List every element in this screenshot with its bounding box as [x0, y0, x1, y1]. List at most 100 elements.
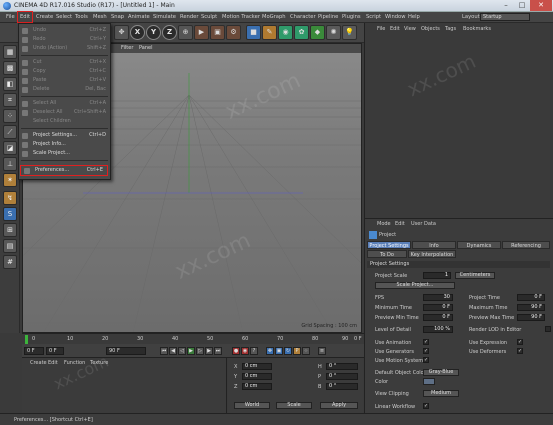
locked-workplane-icon[interactable]: ⊞ [3, 223, 17, 237]
tab-info[interactable]: Info [412, 241, 456, 249]
minimize-icon[interactable]: – [498, 0, 514, 11]
object-menu-edit[interactable]: Edit [390, 26, 400, 32]
coord-z-field[interactable]: 0 cm [242, 383, 272, 390]
use-generators-checkbox[interactable]: ✓ [423, 348, 429, 354]
previous-key-icon[interactable]: ◀ [169, 347, 177, 355]
menu-plugins[interactable]: Plugins [342, 14, 361, 20]
axis-mode-icon[interactable]: ⊥ [3, 157, 17, 171]
coord-h-field[interactable]: 0 ° [326, 363, 358, 370]
render-view-icon[interactable]: ▶ [194, 25, 209, 40]
menu-tools[interactable]: Tools [75, 14, 88, 20]
go-to-start-icon[interactable]: ⏮ [160, 347, 168, 355]
linear-workflow-checkbox[interactable]: ✓ [423, 403, 429, 409]
menu-item-scale-project[interactable]: Scale Project... [19, 149, 110, 158]
menu-script[interactable]: Script [366, 14, 381, 20]
polygons-mode-icon[interactable]: ◪ [3, 141, 17, 155]
scale-project-button[interactable]: Scale Project... [375, 282, 455, 289]
deformer-icon[interactable]: ◆ [310, 25, 325, 40]
menu-item-undo[interactable]: Undo Ctrl+Z [19, 26, 110, 35]
render-settings-icon[interactable]: ⚙ [226, 25, 241, 40]
menu-sculpt[interactable]: Sculpt [201, 14, 217, 20]
tab-key-interpolation[interactable]: Key Interpolation [408, 250, 456, 258]
close-icon[interactable]: ✕ [530, 0, 552, 11]
snap-icon[interactable]: ↯ [3, 191, 17, 205]
menu-item-preferences[interactable]: Preferences... Ctrl+E [20, 165, 108, 176]
project-scale-field[interactable]: 1 [423, 272, 451, 279]
move-tool-icon[interactable]: ✥ [114, 25, 129, 40]
cube-icon[interactable]: ■ [246, 25, 261, 40]
min-time-field[interactable]: 0 F [423, 304, 453, 311]
menu-mesh[interactable]: Mesh [93, 14, 107, 20]
autokey-icon[interactable]: ◉ [241, 347, 249, 355]
menu-item-redo[interactable]: Redo Ctrl+Y [19, 35, 110, 44]
environment-icon[interactable]: ✺ [326, 25, 341, 40]
record-icon[interactable]: ● [232, 347, 240, 355]
preview-min-field[interactable]: 0 F [423, 314, 453, 321]
fps-field[interactable]: 30 [423, 294, 453, 301]
tab-referencing[interactable]: Referencing [502, 241, 550, 249]
object-menu-bookmarks[interactable]: Bookmarks [463, 26, 491, 32]
use-expression-checkbox[interactable]: ✓ [517, 339, 523, 345]
menu-item-select-children[interactable]: Select Children [19, 117, 110, 126]
tab-dynamics[interactable]: Dynamics [457, 241, 501, 249]
color-swatch[interactable] [423, 378, 435, 385]
default-color-select[interactable]: Gray-Blue [423, 369, 459, 376]
play-icon[interactable]: ▶ [187, 347, 195, 355]
menu-item-paste[interactable]: Paste Ctrl+V [19, 76, 110, 85]
tab-project-settings[interactable]: Project Settings [367, 241, 411, 249]
keyframe-selection-icon[interactable]: ? [250, 347, 258, 355]
planar-workplane-icon[interactable]: ▤ [3, 239, 17, 253]
render-lod-checkbox[interactable] [545, 326, 551, 332]
object-menu-file[interactable]: File [377, 26, 385, 32]
point-level-icon[interactable]: ⁘ [302, 347, 310, 355]
end-frame-field[interactable]: 90 F [106, 347, 146, 355]
start-frame-field[interactable]: 0 F [24, 347, 44, 355]
max-time-field[interactable]: 90 F [517, 304, 545, 311]
use-motion-system-checkbox[interactable]: ✓ [423, 357, 429, 363]
preview-max-field[interactable]: 90 F [517, 314, 545, 321]
object-menu-objects[interactable]: Objects [421, 26, 440, 32]
menu-character[interactable]: Character [290, 14, 316, 20]
coord-b-field[interactable]: 0 ° [326, 383, 358, 390]
tweak-mode-icon[interactable]: ✶ [3, 173, 17, 187]
soft-selection-icon[interactable]: S [3, 207, 17, 221]
apply-button[interactable]: Apply [320, 402, 358, 409]
make-editable-icon[interactable]: ▦ [3, 45, 17, 59]
view-clipping-select[interactable]: Medium [423, 390, 459, 397]
rotation-key-icon[interactable]: ↻ [284, 347, 292, 355]
menu-window[interactable]: Window [385, 14, 405, 20]
layout-select[interactable]: Startup [480, 13, 530, 21]
menu-item-deselect-all[interactable]: Deselect All Ctrl+Shift+A [19, 108, 110, 117]
pen-icon[interactable]: ✎ [262, 25, 277, 40]
go-to-end-icon[interactable]: ⏭ [214, 347, 222, 355]
menu-item-project-settings[interactable]: Project Settings... Ctrl+D [19, 131, 110, 140]
menu-item-undo-action[interactable]: Undo (Action) Shift+Z [19, 44, 110, 53]
maximize-icon[interactable]: □ [514, 0, 530, 11]
light-icon[interactable]: 💡 [342, 25, 357, 40]
current-frame-field[interactable]: 0 F [46, 347, 64, 355]
edges-mode-icon[interactable]: ⟋ [3, 125, 17, 139]
coord-x-field[interactable]: 0 cm [242, 363, 272, 370]
next-key-icon[interactable]: ▶ [205, 347, 213, 355]
array-icon[interactable]: ✿ [294, 25, 309, 40]
viewport-menu-panel[interactable]: Panel [139, 45, 153, 51]
attr-menu-user-data[interactable]: User Data [411, 221, 436, 227]
menu-item-delete[interactable]: Delete Del, Bac [19, 85, 110, 94]
object-menu-tags[interactable]: Tags [445, 26, 456, 32]
render-picture-viewer-icon[interactable]: ▣ [210, 25, 225, 40]
subdivision-icon[interactable]: ◉ [278, 25, 293, 40]
parameter-key-icon[interactable]: P [293, 347, 301, 355]
attr-menu-edit[interactable]: Edit [395, 221, 405, 227]
coord-p-field[interactable]: 0 ° [326, 373, 358, 380]
model-mode-icon[interactable]: ▩ [3, 61, 17, 75]
texture-mode-icon[interactable]: ◧ [3, 77, 17, 91]
object-menu-view[interactable]: View [404, 26, 416, 32]
menu-file[interactable]: File [6, 14, 15, 20]
material-menu-create[interactable]: Create [30, 360, 47, 366]
coord-mode-select[interactable]: Scale [276, 402, 312, 409]
timeline-playhead[interactable] [25, 335, 28, 344]
grid-icon[interactable]: # [3, 255, 17, 269]
attr-menu-mode[interactable]: Mode [377, 221, 391, 227]
project-scale-unit-select[interactable]: Centimeters [455, 272, 495, 279]
coord-y-field[interactable]: 0 cm [242, 373, 272, 380]
